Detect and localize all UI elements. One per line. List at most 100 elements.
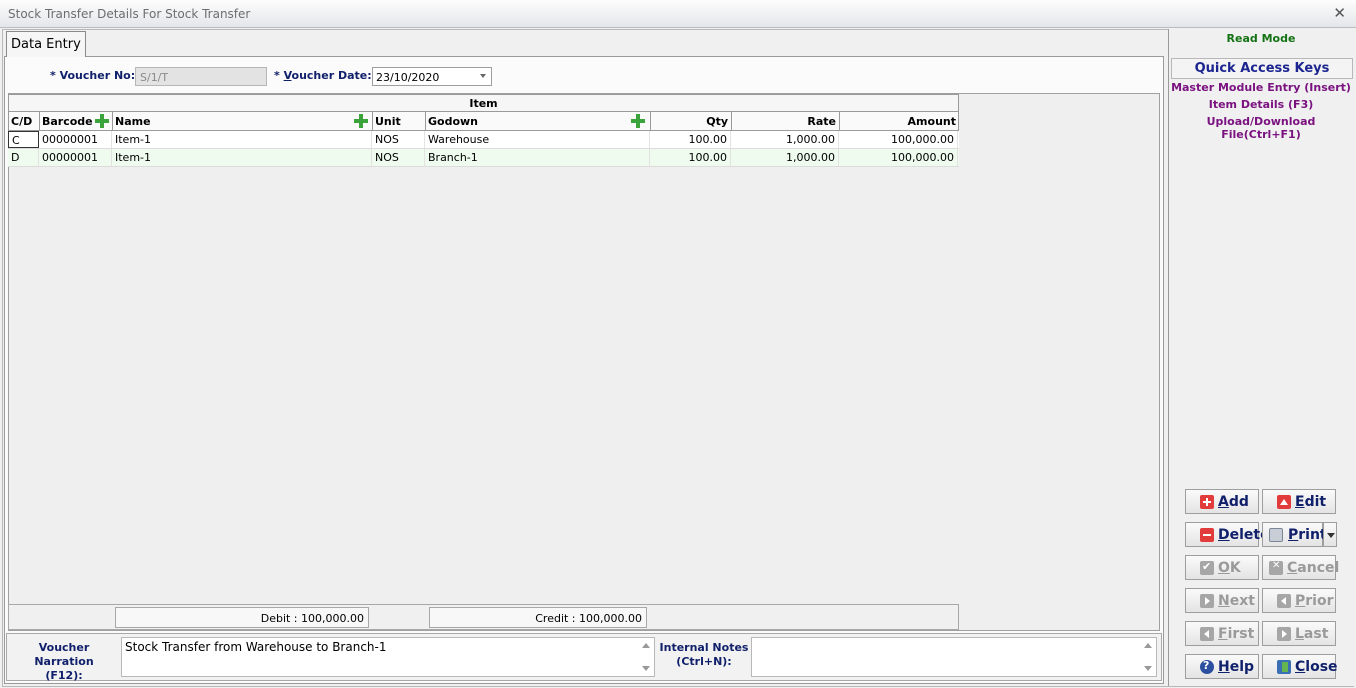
- col-header-amount[interactable]: Amount: [840, 112, 959, 130]
- notes-scrollbar[interactable]: [1141, 639, 1155, 675]
- quick-access-master-module[interactable]: Master Module Entry (Insert): [1169, 81, 1353, 94]
- chevron-down-icon[interactable]: [480, 74, 486, 78]
- print-accel: P: [1288, 527, 1299, 543]
- col-header-unit[interactable]: Unit: [373, 112, 426, 130]
- voucher-no-label: * Voucher No:: [50, 69, 136, 82]
- col-header-name[interactable]: Name: [113, 112, 373, 130]
- add-barcode-icon[interactable]: [95, 114, 109, 128]
- voucher-narration-label-line1: Voucher Narration: [34, 641, 94, 668]
- cell-name[interactable]: Item-1: [112, 149, 372, 166]
- cell-barcode[interactable]: 00000001: [39, 131, 112, 148]
- help-icon: [1200, 659, 1214, 674]
- prior-icon: [1277, 594, 1291, 608]
- delete-button[interactable]: Delete: [1185, 522, 1270, 547]
- title-bar: Stock Transfer Details For Stock Transfe…: [0, 0, 1356, 28]
- first-accel: F: [1218, 626, 1228, 642]
- cell-name[interactable]: Item-1: [112, 131, 372, 148]
- grid-column-header: C/D Barcode Name Unit Godown Qty Rate Am…: [8, 112, 959, 131]
- close-icon[interactable]: ✕: [1333, 4, 1346, 22]
- scroll-up-icon[interactable]: [1144, 643, 1152, 648]
- col-header-godown-label: Godown: [428, 115, 479, 128]
- voucher-narration-input[interactable]: Stock Transfer from Warehouse to Branch-…: [121, 637, 655, 677]
- ok-label: K: [1229, 560, 1241, 576]
- window-title: Stock Transfer Details For Stock Transfe…: [8, 7, 251, 21]
- add-button[interactable]: Add: [1185, 489, 1259, 514]
- cell-cd[interactable]: C: [8, 131, 39, 148]
- voucher-no-field[interactable]: S/1/T: [135, 67, 267, 86]
- voucher-date-label-accel: V: [283, 69, 292, 82]
- help-accel: H: [1218, 659, 1230, 675]
- first-label: irst: [1227, 626, 1255, 642]
- first-button[interactable]: First: [1185, 621, 1259, 646]
- credit-total: Credit : 100,000.00: [429, 607, 647, 628]
- minus-icon: [1200, 528, 1214, 542]
- cell-unit[interactable]: NOS: [372, 149, 425, 166]
- table-row[interactable]: C 00000001 Item-1 NOS Warehouse 100.00 1…: [8, 131, 959, 149]
- add-godown-icon[interactable]: [631, 114, 645, 128]
- next-button[interactable]: Next: [1185, 588, 1259, 613]
- add-label: dd: [1228, 494, 1249, 510]
- scroll-up-icon[interactable]: [642, 643, 650, 648]
- internal-notes-label-line1: Internal Notes: [659, 641, 749, 654]
- voucher-date-label-rest: oucher Date:: [291, 69, 372, 82]
- help-button[interactable]: Help: [1185, 654, 1259, 679]
- cell-rate[interactable]: 1,000.00: [731, 149, 839, 166]
- prior-accel: P: [1295, 593, 1306, 609]
- last-accel: L: [1295, 626, 1304, 642]
- prior-label: rior: [1305, 593, 1334, 609]
- col-header-name-label: Name: [115, 115, 151, 128]
- quick-access-item-details[interactable]: Item Details (F3): [1169, 98, 1353, 111]
- print-button[interactable]: Print: [1262, 522, 1327, 547]
- add-item-icon[interactable]: [354, 114, 368, 128]
- edit-label: dit: [1304, 494, 1327, 510]
- voucher-date-picker[interactable]: 23/10/2020: [372, 67, 492, 86]
- cell-qty[interactable]: 100.00: [650, 149, 731, 166]
- internal-notes-input[interactable]: [751, 637, 1157, 677]
- cell-godown[interactable]: Warehouse: [425, 131, 650, 148]
- col-header-rate[interactable]: Rate: [732, 112, 840, 130]
- last-icon: [1277, 627, 1291, 641]
- cell-unit[interactable]: NOS: [372, 131, 425, 148]
- cell-rate[interactable]: 1,000.00: [731, 131, 839, 148]
- scroll-down-icon[interactable]: [642, 666, 650, 671]
- quick-access-upload-download[interactable]: Upload/Download File(Ctrl+F1): [1169, 115, 1353, 141]
- grid-group-header: Item: [8, 94, 959, 112]
- quick-access-title: Quick Access Keys: [1171, 58, 1353, 79]
- cell-amount[interactable]: 100,000.00: [839, 149, 958, 166]
- delete-accel: D: [1218, 527, 1230, 543]
- printer-icon: [1269, 528, 1283, 542]
- edit-button[interactable]: Edit: [1262, 489, 1336, 514]
- last-button[interactable]: Last: [1262, 621, 1336, 646]
- narration-scrollbar[interactable]: [639, 639, 653, 675]
- cancel-label: ancel: [1297, 560, 1340, 576]
- cancel-icon: [1269, 560, 1283, 575]
- prior-button[interactable]: Prior: [1262, 588, 1336, 613]
- next-icon: [1200, 594, 1214, 608]
- cell-godown[interactable]: Branch-1: [425, 149, 650, 166]
- mode-indicator: Read Mode: [1226, 32, 1296, 45]
- cancel-button[interactable]: Cancel: [1262, 555, 1340, 580]
- col-header-barcode-label: Barcode: [42, 115, 93, 128]
- table-row[interactable]: D 00000001 Item-1 NOS Branch-1 100.00 1,…: [8, 149, 959, 167]
- edit-icon: [1277, 495, 1291, 509]
- voucher-narration-label: Voucher Narration (F12):: [9, 641, 119, 683]
- edit-accel: E: [1295, 494, 1305, 510]
- col-header-qty[interactable]: Qty: [651, 112, 732, 130]
- cell-cd[interactable]: D: [8, 149, 39, 166]
- col-header-godown[interactable]: Godown: [426, 112, 651, 130]
- voucher-date-value: 23/10/2020: [376, 71, 440, 84]
- close-button[interactable]: Close: [1262, 654, 1338, 679]
- cell-qty[interactable]: 100.00: [650, 131, 731, 148]
- scroll-down-icon[interactable]: [1144, 666, 1152, 671]
- internal-notes-label: Internal Notes (Ctrl+N):: [659, 641, 749, 669]
- check-icon: [1200, 560, 1214, 575]
- tab-data-entry[interactable]: Data Entry: [6, 31, 86, 57]
- col-header-cd[interactable]: C/D: [9, 112, 40, 130]
- cell-amount[interactable]: 100,000.00: [839, 131, 958, 148]
- print-dropdown-button[interactable]: [1323, 522, 1337, 547]
- cell-barcode[interactable]: 00000001: [39, 149, 112, 166]
- ok-button[interactable]: OK: [1185, 555, 1259, 580]
- col-header-barcode[interactable]: Barcode: [40, 112, 113, 130]
- items-grid: [8, 93, 1160, 631]
- add-accel: A: [1218, 494, 1229, 510]
